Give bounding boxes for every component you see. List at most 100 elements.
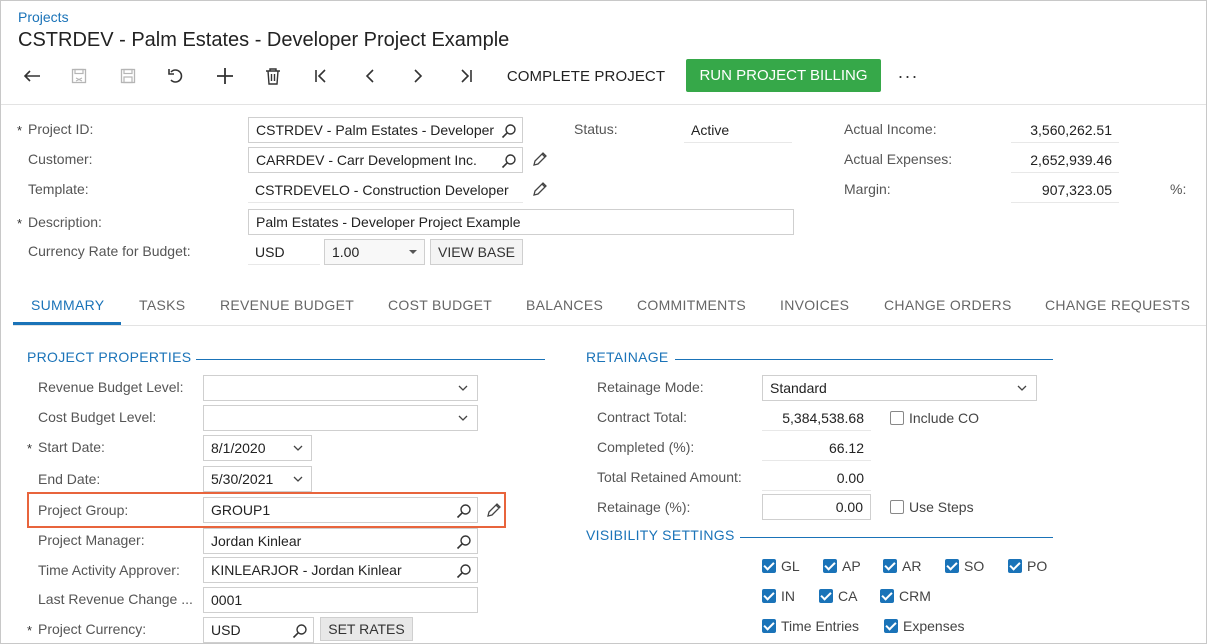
last-revenue-change-input[interactable]: 0001 (203, 587, 478, 613)
pencil-icon[interactable] (532, 151, 548, 167)
retainage-pct-label: Retainage (%): (597, 499, 691, 515)
visibility-gl-checkbox[interactable] (762, 559, 776, 573)
tab-bar: SUMMARY TASKS REVENUE BUDGET COST BUDGET… (13, 288, 1206, 326)
breadcrumb[interactable]: Projects (18, 9, 69, 25)
chevron-down-icon[interactable] (293, 476, 303, 483)
contract-total-value: 5,384,538.68 (762, 405, 871, 431)
save-icon[interactable] (114, 61, 142, 91)
tab-change-orders[interactable]: CHANGE ORDERS (884, 297, 1012, 313)
retainage-pct-input[interactable]: 0.00 (762, 494, 871, 520)
visibility-crm-checkbox[interactable] (880, 589, 894, 603)
pencil-icon[interactable] (486, 502, 502, 518)
run-project-billing-button[interactable]: RUN PROJECT BILLING (686, 59, 881, 92)
save-close-icon[interactable] (65, 61, 93, 91)
last-record-icon[interactable] (452, 61, 480, 91)
completed-value: 66.12 (762, 435, 871, 461)
pencil-icon[interactable] (532, 181, 548, 197)
actual-income-label: Actual Income: (844, 121, 937, 137)
search-icon[interactable] (456, 563, 472, 579)
required-mark: * (27, 441, 33, 456)
search-icon[interactable] (292, 623, 308, 639)
template-value: CSTRDEVELO - Construction Developer (248, 177, 523, 203)
set-rates-button[interactable]: SET RATES (320, 617, 413, 641)
use-steps-checkbox[interactable] (890, 500, 904, 514)
visibility-in-label: IN (781, 588, 795, 604)
tab-revenue-budget[interactable]: REVENUE BUDGET (220, 297, 354, 313)
rate-value: 1.00 (332, 244, 360, 260)
required-mark: * (17, 123, 23, 138)
end-date-label: End Date: (38, 471, 101, 487)
end-date-input[interactable]: 5/30/2021 (203, 466, 312, 492)
visibility-ap-checkbox[interactable] (823, 559, 837, 573)
actual-expenses-value: 2,652,939.46 (1011, 147, 1119, 173)
chevron-down-icon[interactable] (293, 445, 303, 452)
description-input[interactable]: Palm Estates - Developer Project Example (248, 209, 794, 235)
next-record-icon[interactable] (404, 61, 432, 91)
visibility-ar-label: AR (902, 558, 922, 574)
first-record-icon[interactable] (307, 61, 335, 91)
previous-record-icon[interactable] (356, 61, 384, 91)
visibility-time-entries-checkbox[interactable] (762, 619, 776, 633)
required-mark: * (27, 623, 33, 638)
visibility-ar-checkbox[interactable] (883, 559, 897, 573)
caret-down-icon (409, 250, 417, 254)
visibility-so-checkbox[interactable] (945, 559, 959, 573)
revenue-budget-level-label: Revenue Budget Level: (38, 379, 184, 395)
retainage-mode-select[interactable]: Standard (762, 375, 1037, 401)
undo-icon[interactable] (162, 61, 190, 91)
visibility-ca-label: CA (838, 588, 858, 604)
visibility-in-checkbox[interactable] (762, 589, 776, 603)
retainage-heading: RETAINAGE (586, 349, 669, 365)
tab-balances[interactable]: BALANCES (526, 297, 603, 313)
project-id-value: CSTRDEV - Palm Estates - Developer (256, 122, 495, 138)
active-tab-indicator (13, 322, 121, 325)
more-options-icon[interactable]: ··· (894, 61, 922, 91)
search-icon[interactable] (456, 503, 472, 519)
margin-label: Margin: (844, 181, 891, 197)
visibility-ca-checkbox[interactable] (819, 589, 833, 603)
status-label: Status: (574, 121, 618, 137)
rate-select[interactable]: 1.00 (324, 239, 425, 265)
search-icon[interactable] (501, 153, 517, 169)
include-co-checkbox[interactable] (890, 411, 904, 425)
chevron-down-icon (1017, 385, 1027, 391)
margin-value: 907,323.05 (1011, 177, 1119, 203)
cost-budget-level-select[interactable] (203, 405, 478, 431)
visibility-crm-label: CRM (899, 588, 931, 604)
project-currency-input[interactable]: USD (203, 617, 314, 643)
tab-tasks[interactable]: TASKS (139, 297, 185, 313)
customer-input[interactable]: CARRDEV - Carr Development Inc. (248, 147, 523, 173)
complete-project-button[interactable]: COMPLETE PROJECT (500, 61, 672, 91)
add-icon[interactable] (211, 61, 239, 91)
tab-cost-budget[interactable]: COST BUDGET (388, 297, 492, 313)
visibility-time-entries-label: Time Entries (781, 618, 860, 634)
total-retained-value: 0.00 (762, 465, 871, 491)
project-manager-input[interactable]: Jordan Kinlear (203, 528, 478, 554)
cost-budget-level-label: Cost Budget Level: (38, 409, 157, 425)
tab-invoices[interactable]: INVOICES (780, 297, 849, 313)
delete-icon[interactable] (259, 61, 287, 91)
customer-label: Customer: (28, 151, 93, 167)
visibility-ap-label: AP (842, 558, 861, 574)
search-icon[interactable] (456, 534, 472, 550)
view-base-button[interactable]: VIEW BASE (430, 239, 523, 265)
project-id-input[interactable]: CSTRDEV - Palm Estates - Developer (248, 117, 523, 143)
visibility-expenses-checkbox[interactable] (884, 619, 898, 633)
tab-summary[interactable]: SUMMARY (31, 297, 104, 313)
tab-change-requests[interactable]: CHANGE REQUESTS (1045, 297, 1190, 313)
visibility-po-checkbox[interactable] (1008, 559, 1022, 573)
search-icon[interactable] (501, 123, 517, 139)
completed-label: Completed (%): (597, 439, 695, 455)
start-date-input[interactable]: 8/1/2020 (203, 435, 312, 461)
header-divider (1, 104, 1206, 105)
revenue-budget-level-select[interactable] (203, 375, 478, 401)
back-arrow-icon[interactable] (18, 61, 46, 91)
visibility-po-label: PO (1027, 558, 1048, 574)
chevron-down-icon (458, 385, 468, 391)
time-activity-approver-input[interactable]: KINLEARJOR - Jordan Kinlear (203, 557, 478, 583)
visibility-gl-label: GL (781, 558, 800, 574)
end-date-value: 5/30/2021 (211, 471, 274, 487)
visibility-expenses-label: Expenses (903, 618, 965, 634)
project-group-input[interactable]: GROUP1 (203, 497, 478, 523)
tab-commitments[interactable]: COMMITMENTS (637, 297, 746, 313)
